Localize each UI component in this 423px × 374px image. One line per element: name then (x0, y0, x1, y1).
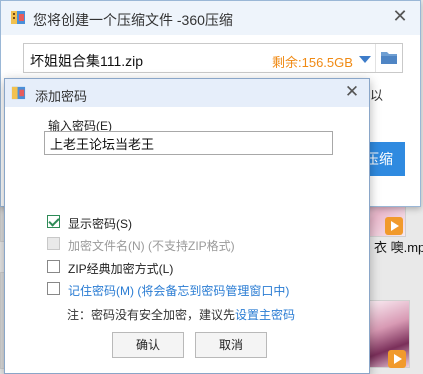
compress-dialog-titlebar: 您将创建一个压缩文件 -360压缩 ✕ (1, 1, 420, 35)
remember-password-checkbox[interactable] (47, 282, 60, 295)
archive-path-field[interactable]: 坏姐姐合集111.zip 剩余:156.5GB (23, 43, 403, 73)
archive-file-name: 坏姐姐合集111.zip (30, 53, 144, 69)
remember-password-label[interactable]: 记住密码(M) (将会备忘到密码管理窗口中) (68, 282, 289, 299)
show-password-checkbox[interactable] (47, 215, 60, 228)
show-password-label[interactable]: 显示密码(S) (68, 215, 132, 232)
archive-app-icon (11, 11, 25, 24)
close-icon[interactable]: ✕ (343, 83, 361, 101)
encrypt-filename-label: 加密文件名(N) (不支持ZIP格式) (68, 239, 235, 253)
security-note-text: 注：密码没有安全加密，建议先 (67, 308, 236, 322)
zip-classic-checkbox[interactable] (47, 260, 60, 273)
option-text: 以 (370, 88, 384, 103)
chevron-down-icon[interactable] (359, 56, 371, 63)
free-space-label: 剩余:156.5GB (272, 55, 353, 70)
password-dialog-title: 添加密码 (35, 89, 88, 104)
archive-app-icon (11, 86, 26, 100)
video-play-icon (388, 350, 406, 368)
folder-icon (381, 52, 397, 64)
encrypt-filename-checkbox (47, 237, 60, 250)
password-dialog-titlebar: 添加密码 ✕ (5, 79, 369, 107)
add-password-dialog: 添加密码 ✕ 输入密码(E) 显示密码(S) 加密文件名(N) (不支持ZIP格… (4, 78, 370, 374)
password-input[interactable] (44, 131, 333, 155)
zip-classic-label[interactable]: ZIP经典加密方式(L) (68, 260, 173, 277)
cancel-button[interactable]: 取消 (195, 332, 267, 358)
confirm-button[interactable]: 确认 (112, 332, 184, 358)
set-master-password-link[interactable]: 设置主密码 (235, 308, 295, 322)
security-note: 注：密码没有安全加密，建议先设置主密码 (67, 306, 295, 323)
browse-folder-button[interactable] (375, 44, 402, 72)
file-caption: 衣 噢.mp4 (374, 240, 423, 255)
close-icon[interactable]: ✕ (390, 6, 410, 26)
video-play-icon (385, 217, 403, 235)
compress-dialog-title: 您将创建一个压缩文件 -360压缩 (33, 12, 233, 28)
